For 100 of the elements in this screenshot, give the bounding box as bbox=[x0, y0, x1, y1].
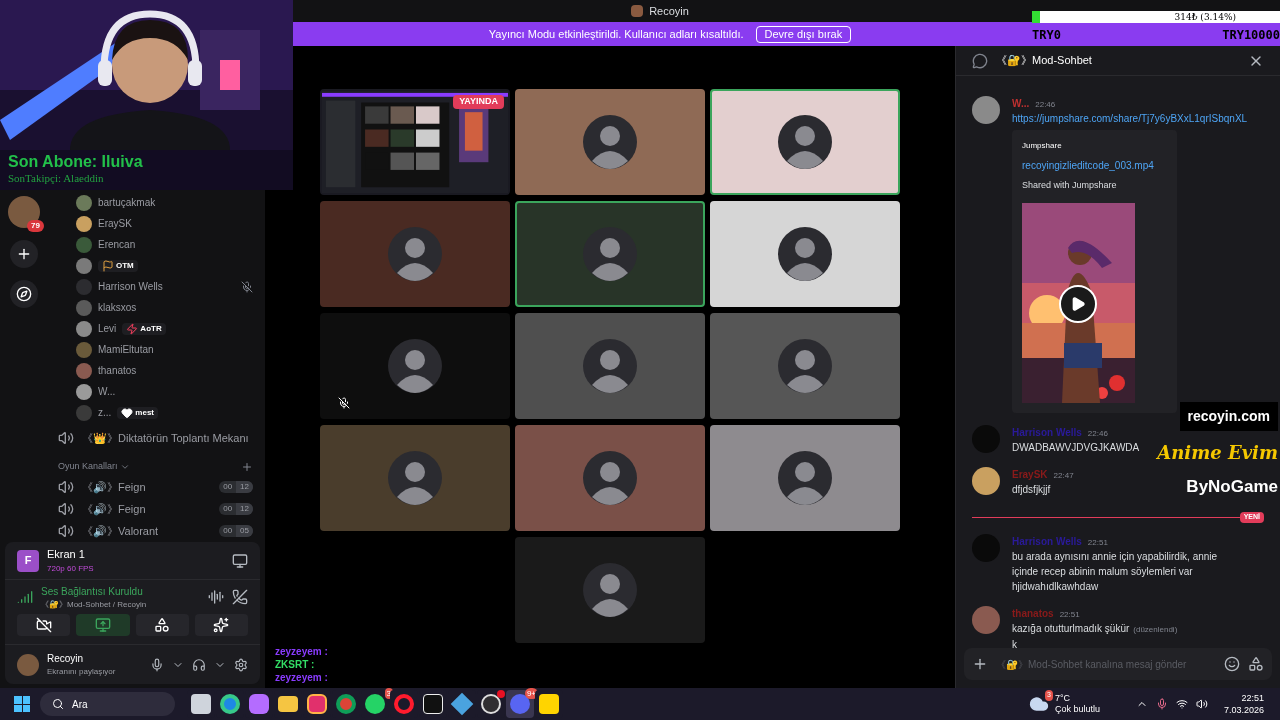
user-name: Recoyin bbox=[47, 652, 85, 666]
message-text: dfjdsfjkjjf bbox=[1012, 482, 1051, 497]
clock-date[interactable]: 7.03.2026 bbox=[1223, 704, 1264, 716]
settings-icon[interactable] bbox=[234, 657, 248, 672]
stream-chat-line: zeyzeyem : bbox=[275, 672, 328, 684]
member-tag: OTM bbox=[98, 259, 138, 272]
message-time: 22:46 bbox=[1035, 99, 1056, 111]
weather-icon[interactable] bbox=[1028, 694, 1049, 714]
voice-member[interactable]: Levi AoTR bbox=[76, 318, 261, 339]
folder-icon bbox=[278, 696, 298, 712]
video-tile[interactable] bbox=[515, 425, 705, 531]
goal-max: TRY10000 bbox=[1222, 27, 1280, 44]
network-icon[interactable] bbox=[1175, 698, 1188, 710]
video-tile[interactable] bbox=[515, 89, 705, 195]
thread-icon bbox=[972, 52, 988, 69]
clock-time[interactable]: 22:51 bbox=[1241, 692, 1264, 704]
headphones-icon[interactable] bbox=[192, 657, 206, 672]
video-tile[interactable] bbox=[710, 89, 900, 195]
add-channel-icon[interactable] bbox=[241, 460, 253, 473]
voice-member[interactable]: Erencan bbox=[76, 234, 261, 255]
video-tile[interactable] bbox=[710, 201, 900, 307]
video-tile[interactable] bbox=[320, 425, 510, 531]
chat-title: 《🔐》Mod-Sohbet bbox=[996, 53, 1092, 69]
disable-button[interactable]: Devre dışı bırak bbox=[755, 25, 852, 43]
app-logo-icon bbox=[631, 5, 644, 17]
voice-channel[interactable]: 《👑》Diktatörün Toplantı Mekanı bbox=[48, 423, 261, 453]
member-name: z... bbox=[98, 406, 112, 420]
video-tile[interactable] bbox=[515, 537, 705, 643]
app-icon bbox=[423, 694, 443, 714]
follower-overlay: SonTakipçi: Alaeddin bbox=[8, 171, 104, 185]
message-text: DWADBAWVJDVGJKAWDA bbox=[1012, 440, 1140, 455]
windows-icon bbox=[14, 696, 30, 712]
avatar bbox=[388, 227, 442, 281]
message-avatar[interactable] bbox=[972, 466, 1000, 495]
video-tile[interactable] bbox=[710, 425, 900, 531]
compass-icon bbox=[16, 286, 32, 302]
apps-icon[interactable] bbox=[1248, 656, 1264, 672]
connection-channel[interactable]: 《🔐》Mod-Sohbet / Recoyin bbox=[41, 598, 147, 611]
voice-member[interactable]: klaksxos bbox=[76, 297, 261, 318]
message-text: hjidwahıdlkawhdaw bbox=[1012, 579, 1099, 594]
plus-icon bbox=[16, 246, 32, 262]
member-name: bartuçakmak bbox=[98, 196, 156, 210]
stop-stream-icon[interactable] bbox=[232, 552, 248, 569]
voice-member[interactable]: bartuçakmak bbox=[76, 192, 261, 213]
voice-member[interactable]: thanatos bbox=[76, 360, 261, 381]
avatar bbox=[388, 339, 442, 393]
search-icon bbox=[52, 698, 64, 710]
voice-channel[interactable]: 《🔊》Feign 00 12 bbox=[48, 476, 261, 499]
subscriber-overlay: Son Abone: Iluiva bbox=[8, 152, 143, 171]
microphone-icon[interactable] bbox=[150, 657, 164, 672]
voice-channel[interactable]: 《🔊》Valorant 00 05 bbox=[48, 520, 261, 542]
video-tile[interactable] bbox=[710, 313, 900, 419]
member-name: Levi bbox=[98, 322, 117, 336]
message-avatar[interactable] bbox=[972, 96, 1000, 124]
avatar bbox=[778, 339, 832, 393]
volume-icon[interactable] bbox=[1195, 698, 1208, 710]
video-tile[interactable] bbox=[320, 313, 510, 419]
microphone-icon[interactable] bbox=[1155, 698, 1168, 710]
screen-share-tile[interactable]: YAYINDA bbox=[320, 89, 510, 195]
banner-text: Yayıncı Modu etkinleştirildi. Kullanıcı adları kısaltıldı. bbox=[488, 26, 744, 42]
voice-channel[interactable]: 《🔊》Feign 00 12 bbox=[48, 498, 261, 521]
add-attachment-icon[interactable] bbox=[972, 656, 988, 672]
noise-icon[interactable] bbox=[208, 589, 224, 605]
play-icon bbox=[1070, 295, 1086, 312]
message-avatar[interactable] bbox=[972, 605, 1000, 634]
message-link[interactable]: https://jumpshare.com/share/Tj7y6yBXxL1qrISbqnXL bbox=[1012, 111, 1248, 126]
record-icon bbox=[481, 694, 501, 714]
connection-icon bbox=[17, 589, 33, 605]
sponsor-logo: recoyin.com bbox=[1179, 402, 1278, 431]
embed-title[interactable]: recoyingizlieditcode_003.mp4 bbox=[1022, 158, 1167, 173]
emoji-icon[interactable] bbox=[1224, 656, 1240, 672]
channel-name: 《🔊》Feign bbox=[82, 502, 146, 518]
video-tile[interactable] bbox=[320, 201, 510, 307]
video-tile[interactable] bbox=[515, 201, 705, 307]
avatar bbox=[583, 451, 637, 505]
voice-control-button[interactable] bbox=[194, 614, 248, 636]
message-text: kazığa otutturlmadık şükür (düzenlendi) bbox=[1012, 621, 1178, 636]
video-tile[interactable] bbox=[515, 313, 705, 419]
message-time: 22:46 bbox=[1087, 427, 1108, 440]
voice-control-button[interactable] bbox=[17, 614, 71, 636]
add-server-button[interactable] bbox=[10, 240, 38, 268]
voice-control-button[interactable] bbox=[135, 614, 189, 636]
user-avatar[interactable] bbox=[17, 653, 39, 676]
user-count: 00 12 bbox=[219, 481, 253, 494]
voice-member[interactable]: Harrison Wells bbox=[76, 276, 261, 297]
voice-member[interactable]: W... bbox=[76, 381, 261, 402]
voice-member[interactable]: MamiEltutan bbox=[76, 339, 261, 360]
disconnect-icon[interactable] bbox=[232, 589, 248, 605]
category-header[interactable]: Oyun Kanalları bbox=[58, 459, 130, 474]
window-title: Recoyin bbox=[649, 3, 689, 19]
user-count: 00 05 bbox=[219, 525, 253, 538]
goal-min: TRY0 bbox=[1032, 27, 1061, 44]
search-field[interactable]: Ara bbox=[40, 692, 175, 716]
connection-status: Ses Bağlantısı Kuruldu bbox=[41, 584, 144, 599]
message-time: 22:47 bbox=[1053, 469, 1074, 482]
voice-member[interactable]: z... mest bbox=[76, 402, 261, 423]
discover-button[interactable] bbox=[10, 280, 38, 308]
user-status: Ekranını paylaşıyor bbox=[47, 666, 116, 678]
voice-member[interactable]: EraySK bbox=[76, 213, 261, 234]
voice-member[interactable]: OTM bbox=[76, 255, 261, 276]
